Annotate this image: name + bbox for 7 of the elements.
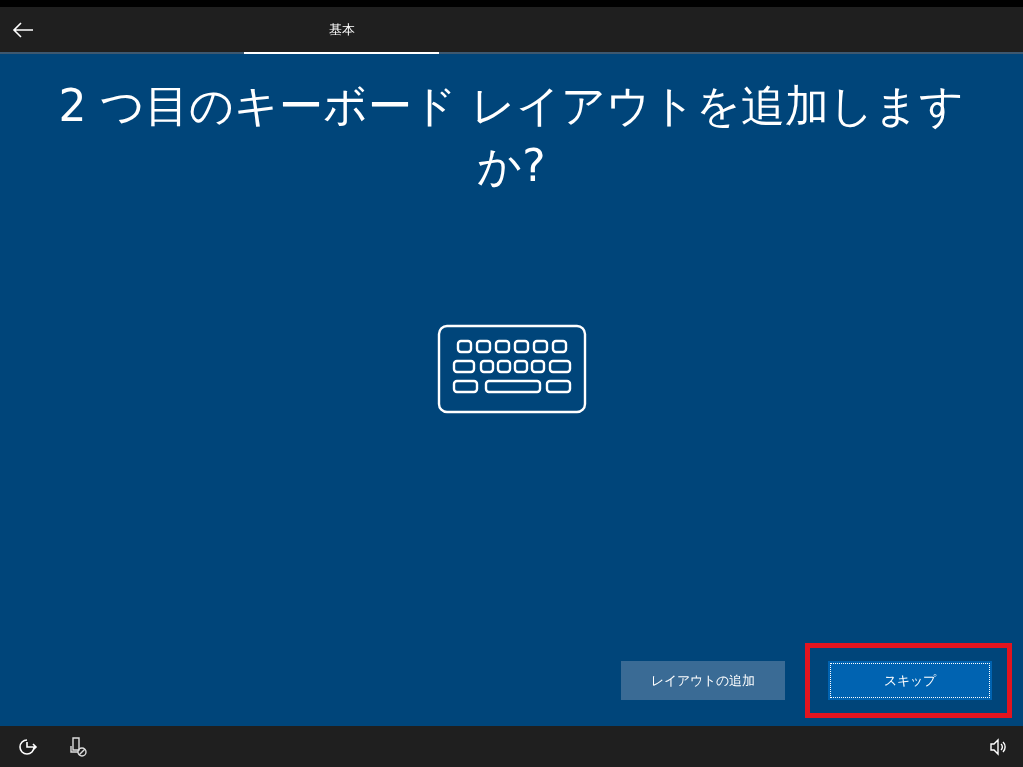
add-layout-button[interactable]: レイアウトの追加 <box>621 661 785 700</box>
speaker-icon[interactable] <box>989 737 1007 756</box>
back-arrow-icon <box>12 21 34 38</box>
microphone-muted-icon[interactable] <box>68 735 88 758</box>
keyboard-icon <box>436 324 587 414</box>
skip-button[interactable]: スキップ <box>828 661 992 700</box>
page-title: 2 つ目のキーボード レイアウトを追加しますか? <box>57 79 966 193</box>
